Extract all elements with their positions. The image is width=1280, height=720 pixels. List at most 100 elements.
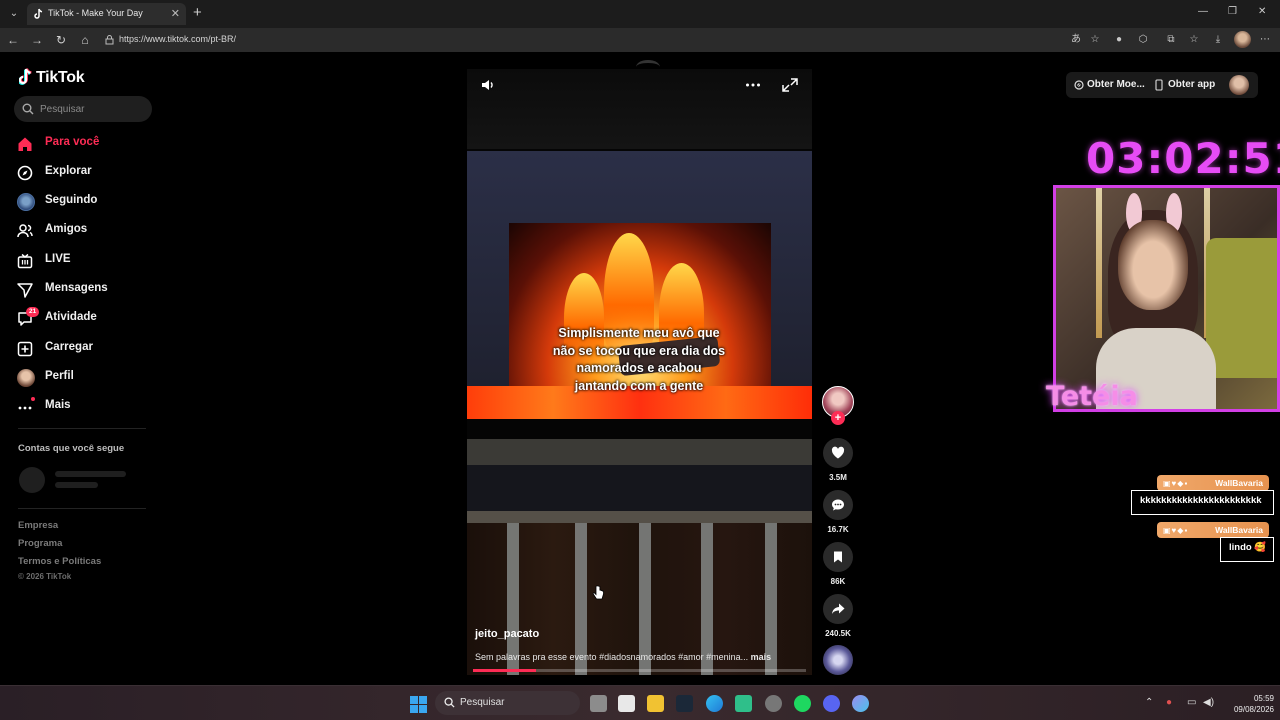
copyright: © 2026 TikTok bbox=[18, 572, 72, 581]
extensions-icon[interactable]: ⬡ bbox=[1136, 33, 1150, 47]
new-tab-icon[interactable]: + bbox=[193, 5, 202, 21]
video-description: Sem palavras pra esse evento #diadosnamo… bbox=[475, 652, 805, 662]
video-author[interactable]: jeito_pacato bbox=[475, 628, 539, 640]
search-input[interactable] bbox=[40, 100, 145, 118]
chat-message: kkkkkkkkkkkkkkkkkkkkkkk bbox=[1131, 490, 1274, 515]
more-options-icon[interactable] bbox=[745, 78, 761, 92]
streamer-name: Tetéia bbox=[1046, 381, 1138, 412]
get-coins-button[interactable]: Obter Moe... bbox=[1087, 79, 1145, 90]
url-text: https://www.tiktok.com/pt-BR/ bbox=[119, 34, 237, 44]
minimize-icon[interactable]: — bbox=[1198, 6, 1208, 17]
like-button[interactable] bbox=[823, 438, 853, 468]
get-app-button[interactable]: Obter app bbox=[1168, 79, 1215, 90]
file-explorer-icon[interactable] bbox=[647, 695, 664, 712]
sidebar-item-para-voce[interactable]: Para você bbox=[17, 133, 157, 155]
app-icon[interactable] bbox=[852, 695, 869, 712]
sidebar-item-live[interactable]: LIVE bbox=[17, 250, 157, 272]
messages-icon bbox=[17, 283, 33, 298]
activity-badge: 21 bbox=[26, 307, 40, 317]
sidebar-item-perfil[interactable]: Perfil bbox=[17, 367, 157, 389]
network-icon[interactable]: ▭ bbox=[1187, 697, 1196, 708]
system-clock[interactable]: 05:59 09/08/2026 bbox=[1222, 693, 1274, 715]
windows-start-icon[interactable] bbox=[410, 696, 427, 713]
restore-icon[interactable]: ❐ bbox=[1228, 6, 1237, 17]
skeleton-line bbox=[55, 471, 126, 477]
heart-icon bbox=[831, 446, 845, 459]
back-icon[interactable]: ← bbox=[5, 32, 21, 48]
sidebar-item-mensagens[interactable]: Mensagens bbox=[17, 279, 157, 301]
sidebar-item-label: Perfil bbox=[45, 370, 74, 382]
share-arrow-icon bbox=[832, 603, 845, 614]
tab-actions-chevron-icon[interactable]: ⌄ bbox=[5, 5, 23, 23]
follow-plus-icon[interactable]: + bbox=[831, 411, 845, 425]
sidebar-item-atividade[interactable]: 21 Atividade bbox=[17, 307, 157, 330]
taskbar-search[interactable]: Pesquisar bbox=[435, 691, 580, 715]
tab-title: TikTok - Make Your Day bbox=[48, 8, 143, 18]
reload-icon[interactable]: ↻ bbox=[53, 32, 69, 48]
share-button[interactable] bbox=[823, 594, 853, 624]
crib-rail bbox=[467, 511, 812, 523]
footer-link-empresa[interactable]: Empresa bbox=[18, 520, 58, 531]
sidebar-item-label: Mensagens bbox=[45, 282, 108, 294]
video-progress[interactable] bbox=[473, 669, 806, 672]
taskbar-search-label: Pesquisar bbox=[460, 697, 505, 708]
tiktok-note-icon bbox=[19, 68, 32, 85]
lock-icon bbox=[105, 35, 114, 45]
volume-icon[interactable] bbox=[480, 78, 496, 92]
comment-icon bbox=[832, 499, 844, 511]
settings-more-icon[interactable]: ⋯ bbox=[1258, 33, 1272, 47]
mic-muted-icon[interactable]: ● bbox=[1166, 697, 1172, 708]
webcam-feed bbox=[1053, 185, 1280, 412]
edge-icon[interactable] bbox=[706, 695, 723, 712]
tab-close-icon[interactable]: ✕ bbox=[171, 7, 180, 20]
store-icon[interactable] bbox=[618, 695, 635, 712]
split-screen-icon[interactable]: ⧉ bbox=[1164, 33, 1178, 47]
chat-badges-icon: ▣♥◆▪ bbox=[1163, 479, 1189, 488]
sidebar-item-seguindo[interactable]: Seguindo bbox=[17, 191, 157, 213]
favorites-icon[interactable]: ☆ bbox=[1187, 33, 1201, 47]
following-accounts-title: Contas que você segue bbox=[18, 443, 125, 454]
search-box[interactable] bbox=[14, 96, 152, 122]
music-disc-icon[interactable] bbox=[823, 645, 853, 675]
obs-icon[interactable] bbox=[765, 695, 782, 712]
tray-chevron-icon[interactable]: ⌃ bbox=[1145, 697, 1153, 708]
window-close-icon[interactable]: ✕ bbox=[1258, 6, 1266, 17]
spotify-icon[interactable] bbox=[794, 695, 811, 712]
header-actions: Obter Moe... Obter app bbox=[1066, 72, 1258, 98]
task-view-icon[interactable] bbox=[590, 695, 607, 712]
browser-profile-avatar[interactable] bbox=[1234, 31, 1251, 48]
downloads-icon[interactable]: ⤓ bbox=[1211, 33, 1225, 47]
video-player[interactable]: Simplismente meu avô que não se tocou qu… bbox=[467, 69, 812, 675]
comment-count: 16.7K bbox=[827, 525, 849, 534]
discord-icon[interactable] bbox=[823, 695, 840, 712]
home-icon[interactable]: ⌂ bbox=[77, 32, 93, 48]
skeleton-line bbox=[55, 482, 98, 488]
footer-link-programa[interactable]: Programa bbox=[18, 538, 62, 549]
chat-badges-icon: ▣♥◆▪ bbox=[1163, 526, 1189, 535]
mantel bbox=[467, 439, 812, 465]
fullscreen-icon[interactable] bbox=[782, 78, 798, 92]
steam-icon[interactable] bbox=[676, 695, 693, 712]
volume-tray-icon[interactable]: ◀) bbox=[1203, 697, 1214, 708]
coin-icon bbox=[1074, 80, 1084, 90]
browser-toolbar: ← → ↻ ⌂ https://www.tiktok.com/pt-BR/ あ … bbox=[0, 28, 1280, 52]
footer-link-termos[interactable]: Termos e Políticas bbox=[18, 556, 101, 567]
translate-icon[interactable]: あ bbox=[1069, 33, 1083, 47]
sidebar-item-mais[interactable]: Mais bbox=[17, 396, 157, 418]
sidebar-item-carregar[interactable]: Carregar bbox=[17, 338, 157, 360]
forward-icon[interactable]: → bbox=[29, 32, 45, 48]
favorite-star-icon[interactable]: ☆ bbox=[1088, 33, 1102, 47]
extension-colorful-icon[interactable]: ● bbox=[1112, 33, 1126, 47]
user-avatar[interactable] bbox=[1229, 75, 1249, 95]
stream-timer: 03:02:51 bbox=[1086, 134, 1280, 183]
save-button[interactable] bbox=[823, 542, 853, 572]
clock-date: 09/08/2026 bbox=[1233, 705, 1274, 714]
address-bar[interactable]: https://www.tiktok.com/pt-BR/ bbox=[101, 31, 1101, 49]
comment-button[interactable] bbox=[823, 490, 853, 520]
sidebar-item-amigos[interactable]: Amigos bbox=[17, 220, 157, 242]
browser-tab[interactable]: TikTok - Make Your Day ✕ bbox=[27, 3, 186, 25]
sidebar-item-label: Seguindo bbox=[45, 194, 98, 206]
more-link[interactable]: mais bbox=[751, 652, 772, 662]
sidebar-item-explorar[interactable]: Explorar bbox=[17, 162, 157, 184]
app-icon[interactable] bbox=[735, 695, 752, 712]
